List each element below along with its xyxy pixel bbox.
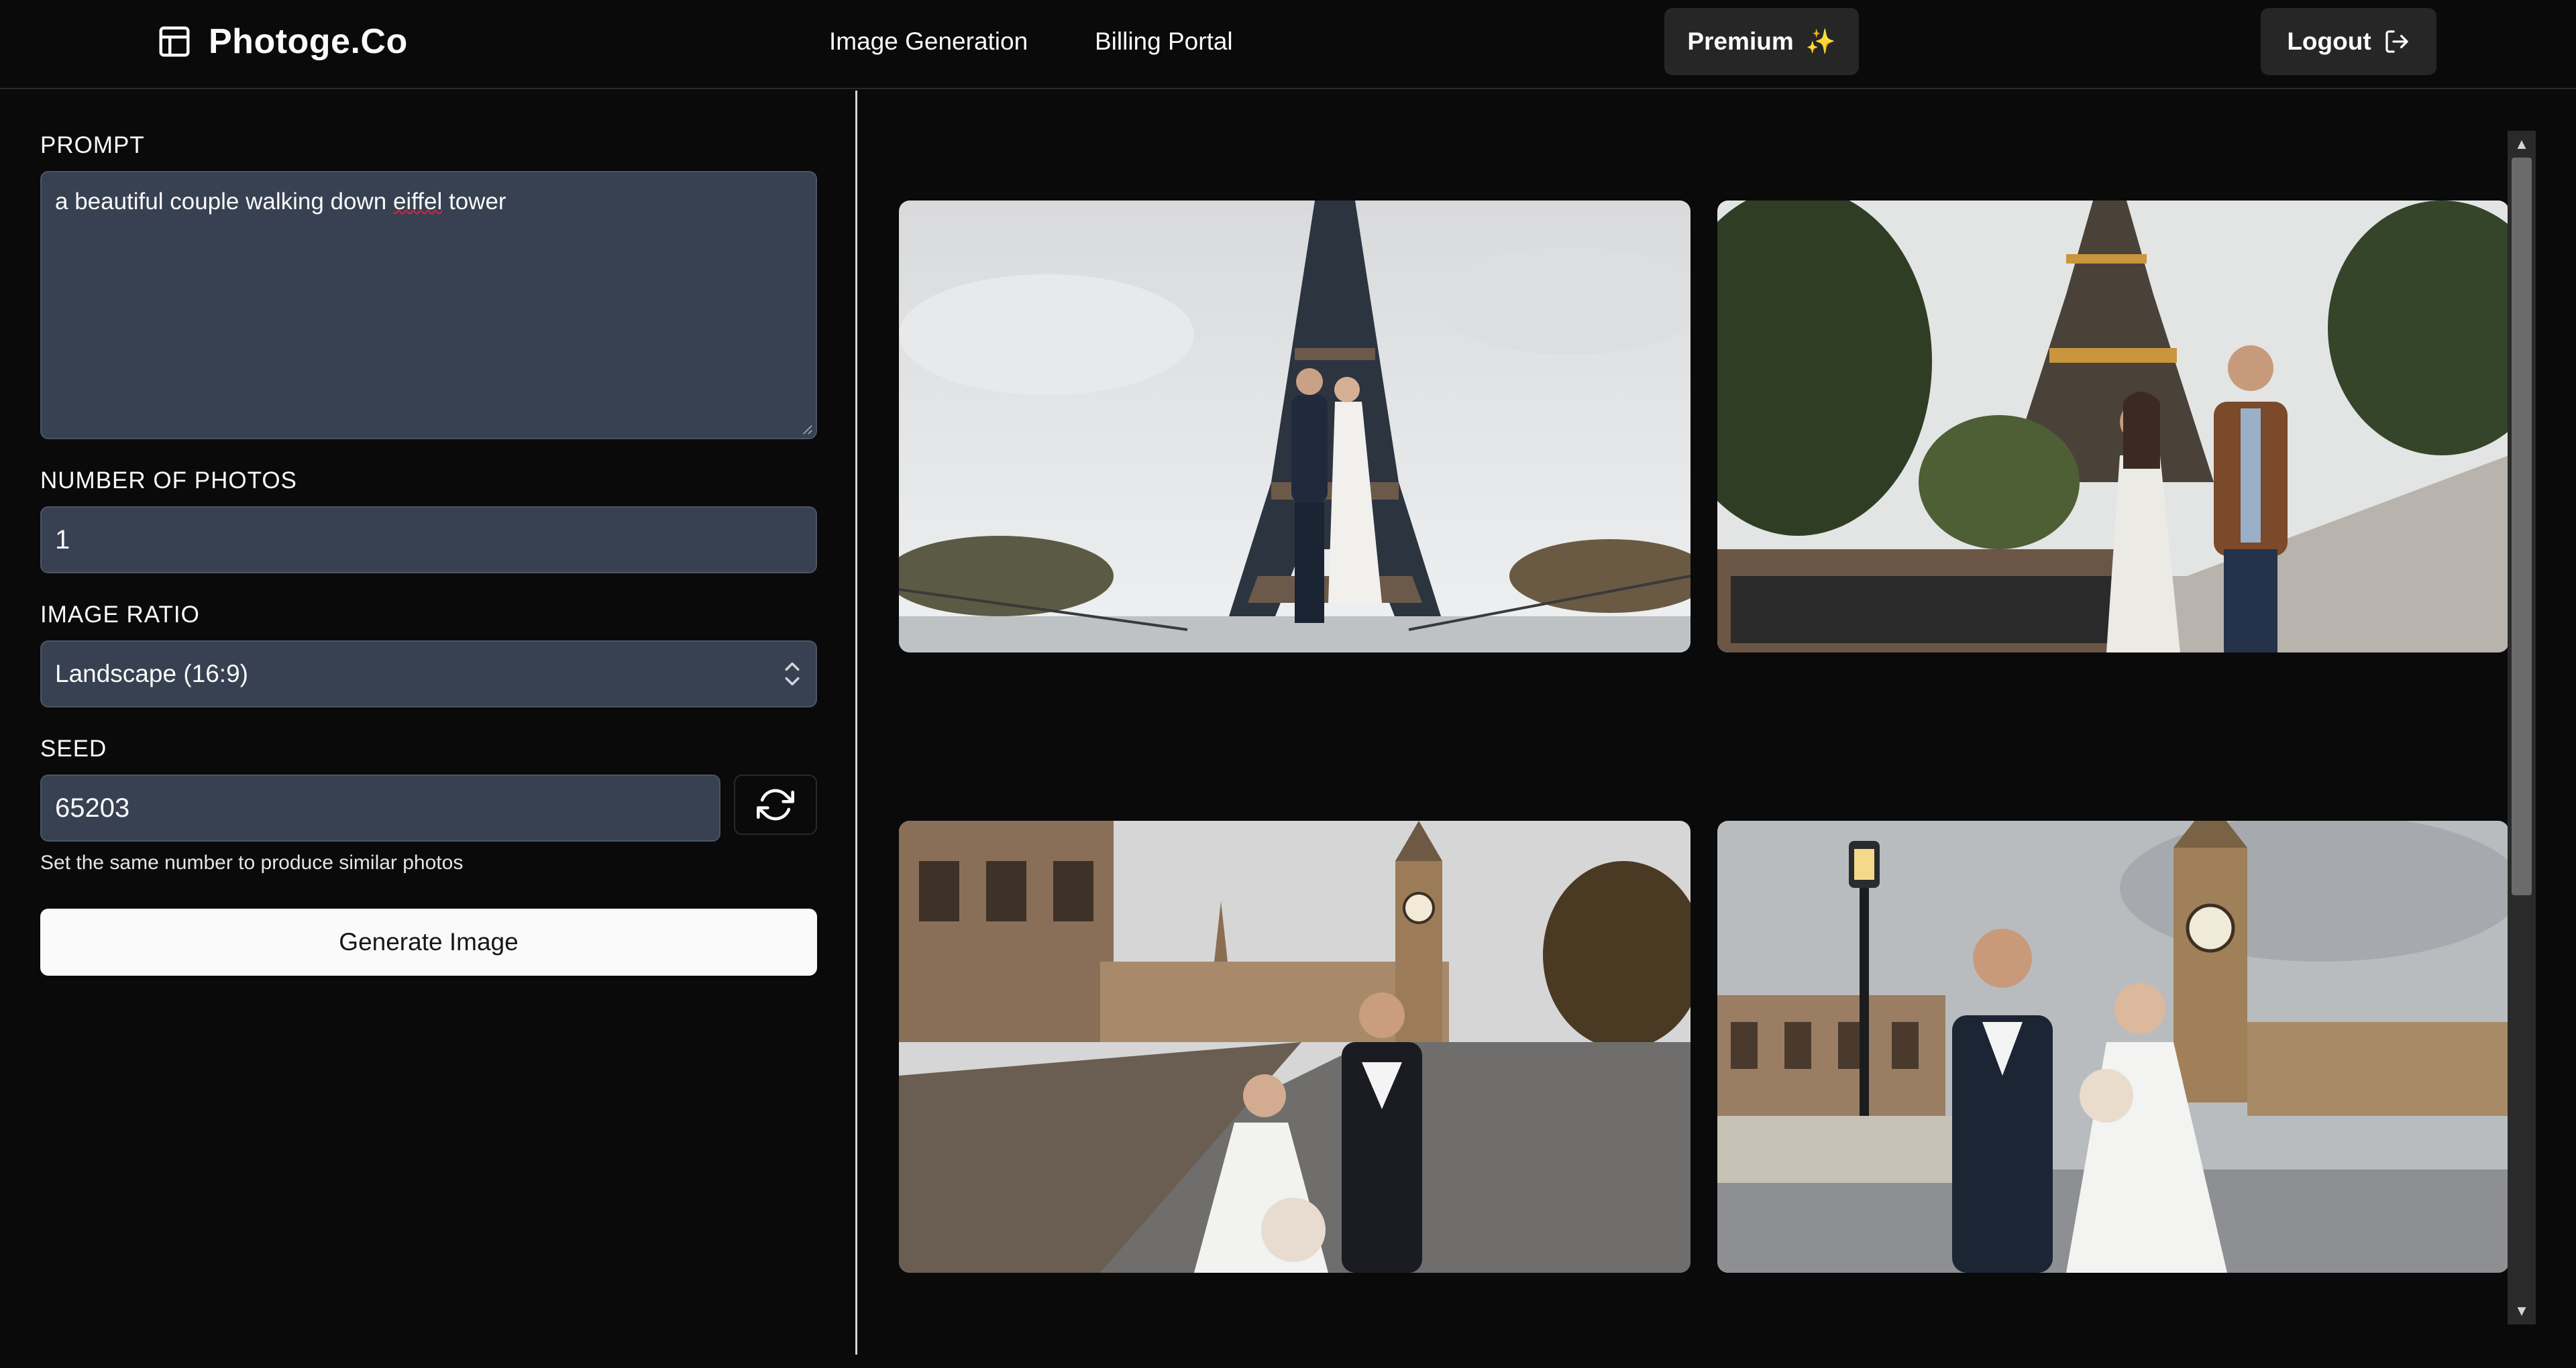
image-ratio-select[interactable]: Landscape (16:9) [40, 640, 817, 707]
premium-button[interactable]: Premium ✨ [1664, 8, 1859, 75]
number-of-photos-input[interactable]: 1 [40, 506, 817, 573]
image-ratio-value: Landscape (16:9) [55, 660, 248, 687]
generated-image[interactable] [899, 821, 1690, 1273]
premium-label: Premium [1687, 27, 1794, 55]
logout-icon [2385, 30, 2408, 53]
brand[interactable]: Photoge.Co [156, 20, 408, 63]
generate-image-button[interactable]: Generate Image [40, 909, 817, 976]
nav-billing-portal[interactable]: Billing Portal [1095, 27, 1233, 56]
scroll-up-icon[interactable]: ▲ [2508, 132, 2536, 156]
randomize-seed-button[interactable] [734, 775, 817, 835]
gallery-scrollbar[interactable]: ▲ ▼ [2508, 131, 2536, 1324]
seed-help-text: Set the same number to produce similar p… [40, 852, 464, 874]
scrollbar-thumb[interactable] [2512, 158, 2532, 895]
sparkles-icon: ✨ [1805, 27, 1836, 55]
generated-image[interactable] [1717, 201, 2509, 652]
image-gallery: ▲ ▼ [859, 91, 2576, 1355]
prompt-text-start: a beautiful couple walking down [55, 188, 393, 215]
prompt-textarea[interactable]: a beautiful couple walking down eiffel t… [40, 171, 817, 439]
seed-input[interactable]: 65203 [40, 775, 720, 842]
scroll-down-icon[interactable]: ▼ [2508, 1299, 2536, 1323]
resize-handle-icon[interactable] [801, 423, 813, 435]
generated-image[interactable] [899, 201, 1690, 652]
seed-label: SEED [40, 736, 107, 762]
prompt-text-end: tower [442, 188, 506, 215]
nav-image-generation[interactable]: Image Generation [829, 27, 1028, 56]
brand-name: Photoge.Co [209, 22, 408, 61]
logout-button[interactable]: Logout [2261, 8, 2436, 75]
top-navbar: Photoge.Co Image Generation Billing Port… [0, 0, 2576, 89]
logout-label: Logout [2287, 27, 2371, 55]
prompt-text-misspelled: eiffel [392, 188, 443, 215]
generation-form-panel: PROMPT a beautiful couple walking down e… [0, 91, 857, 1355]
refresh-icon [757, 789, 794, 821]
image-ratio-label: IMAGE RATIO [40, 602, 200, 628]
prompt-label: PROMPT [40, 132, 145, 158]
number-of-photos-label: NUMBER OF PHOTOS [40, 467, 297, 494]
chevron-up-down-icon [785, 662, 800, 686]
generated-image[interactable] [1717, 821, 2509, 1273]
layout-icon [159, 26, 190, 57]
